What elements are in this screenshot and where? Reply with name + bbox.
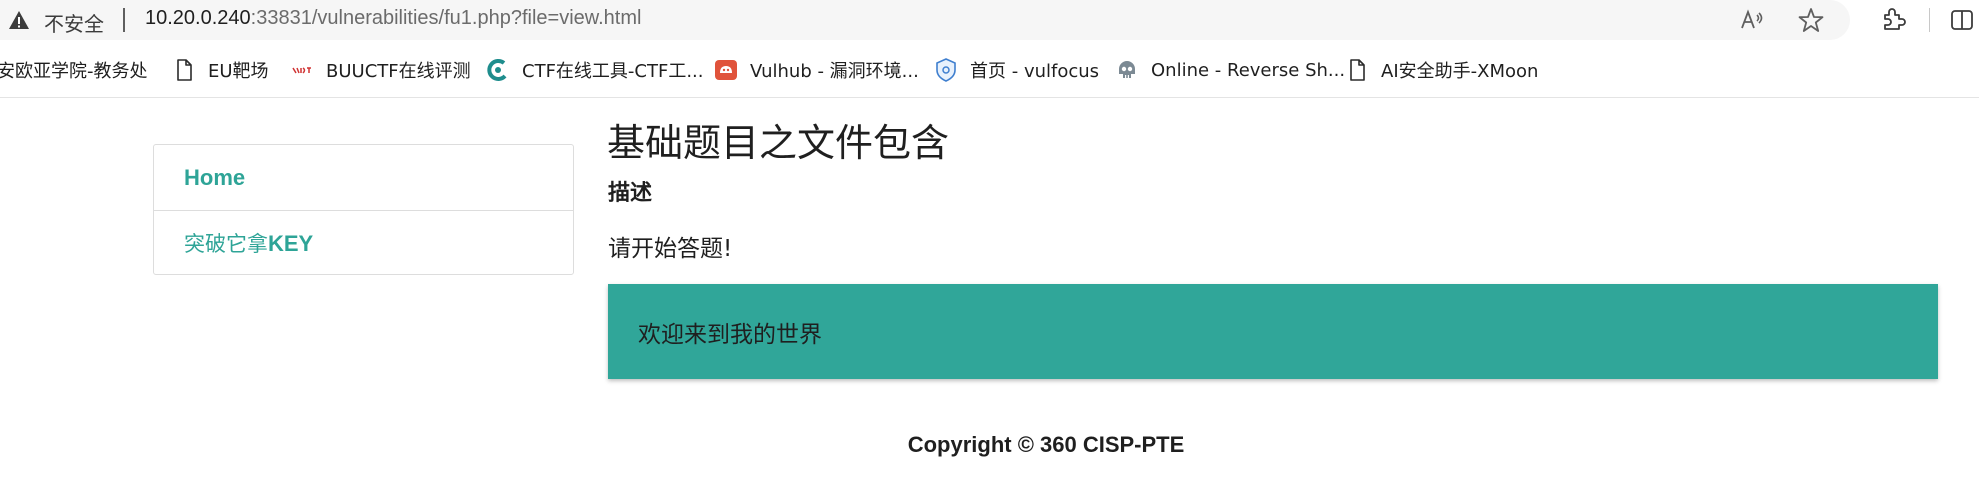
split-screen-icon[interactable]: [1948, 6, 1976, 34]
read-aloud-icon[interactable]: [1738, 6, 1766, 34]
bookmark-label: Vulhub - 漏洞环境...: [750, 61, 919, 82]
bookmarks-bar: 安欧亚学院-教务处 EU靶场 BUUCTF在线评测 CTF在线工具-CTF工..…: [0, 42, 1979, 98]
buuctf-icon: [292, 67, 311, 74]
description-heading: 描述: [608, 181, 653, 206]
sidebar-item-label-suffix: KEY: [268, 231, 314, 256]
description-text: 请开始答题!: [608, 236, 733, 262]
vulfocus-icon: [936, 58, 956, 82]
bookmark-label: CTF在线工具-CTF工...: [522, 61, 704, 82]
sidebar-item-label: Home: [184, 164, 246, 190]
bookmark-label: 首页 - vulfocus: [970, 61, 1100, 82]
skull-icon: [1119, 61, 1135, 78]
bookmark-item[interactable]: BUUCTF在线评测: [290, 58, 471, 82]
bookmark-label: EU靶场: [208, 61, 269, 82]
warning-icon[interactable]: [8, 10, 30, 30]
bookmark-item[interactable]: 安欧亚学院-教务处: [0, 58, 148, 82]
url-path: :33831/vulnerabilities/fu1.php?file=view…: [250, 7, 642, 29]
footer-copyright: Copyright © 360 CISP-PTE: [907, 432, 1185, 457]
sidebar-nav: Home 突破它拿KEY: [153, 144, 574, 275]
url-field[interactable]: 不安全 10.20.0.240:33831/vulnerabilities/fu…: [0, 0, 1850, 40]
bookmark-item[interactable]: Vulhub - 漏洞环境...: [714, 58, 919, 82]
browser-address-bar: 不安全 10.20.0.240:33831/vulnerabilities/fu…: [0, 0, 1979, 40]
page-icon: [1350, 59, 1365, 81]
bookmark-item[interactable]: EU靶场: [172, 58, 269, 82]
url-divider: [123, 8, 125, 32]
bookmark-label: BUUCTF在线评测: [326, 61, 471, 82]
ctf-tools-icon: [487, 59, 507, 81]
bookmark-item[interactable]: CTF在线工具-CTF工...: [486, 58, 704, 82]
extensions-icon[interactable]: [1878, 6, 1906, 34]
bookmark-item[interactable]: 首页 - vulfocus: [934, 58, 1099, 82]
url-text[interactable]: 10.20.0.240:33831/vulnerabilities/fu1.ph…: [145, 7, 641, 30]
bookmark-label: AI安全助手-XMoon: [1381, 61, 1539, 82]
sidebar-item-get-key[interactable]: 突破它拿KEY: [154, 210, 573, 275]
url-host: 10.20.0.240: [145, 7, 251, 29]
sidebar-item-label-prefix: 突破它拿: [184, 232, 268, 256]
sidebar-item-label: 突破它拿KEY: [184, 228, 313, 258]
sidebar-item-home[interactable]: Home: [154, 145, 573, 210]
page-title: 基础题目之文件包含: [607, 121, 950, 165]
bookmark-label: Online - Reverse Sh...: [1151, 59, 1346, 81]
bookmark-item[interactable]: AI安全助手-XMoon: [1345, 58, 1538, 82]
page-icon: [177, 59, 192, 81]
bookmark-label: 安欧亚学院-教务处: [0, 61, 148, 82]
bookmark-item[interactable]: Online - Reverse Sh...: [1115, 58, 1345, 82]
toolbar-divider: [1929, 8, 1930, 32]
favorite-star-icon[interactable]: [1797, 6, 1825, 34]
welcome-panel: 欢迎来到我的世界: [608, 284, 1938, 379]
vulhub-icon: [715, 60, 737, 80]
insecure-label[interactable]: 不安全: [44, 8, 104, 37]
welcome-text: 欢迎来到我的世界: [638, 321, 822, 348]
